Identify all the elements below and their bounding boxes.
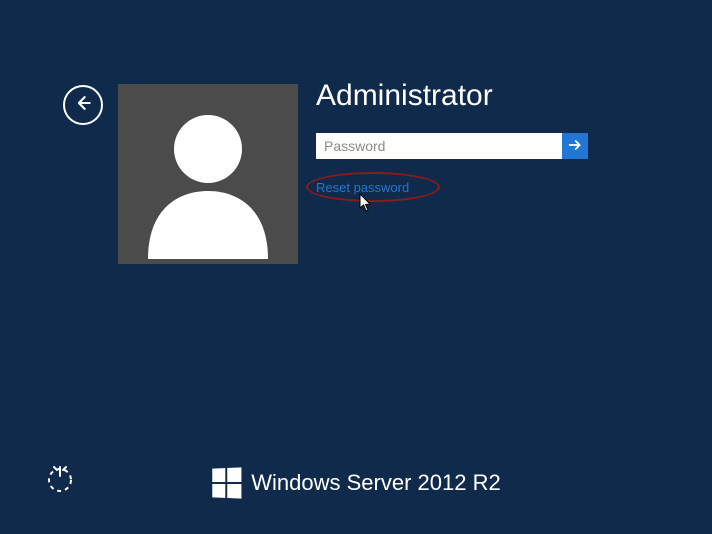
- user-avatar: [118, 84, 298, 264]
- reset-password-link[interactable]: Reset password: [316, 180, 409, 195]
- password-row: [316, 133, 588, 159]
- submit-button[interactable]: [562, 133, 588, 159]
- brand-text: Windows Server 2012 R2: [251, 470, 500, 496]
- product-suffix: R2: [473, 470, 501, 495]
- password-input[interactable]: [316, 133, 562, 159]
- product-name: Windows Server 2012: [251, 470, 466, 495]
- arrow-right-icon: [567, 137, 583, 156]
- ease-of-access-button[interactable]: [44, 464, 76, 496]
- username-label: Administrator: [316, 79, 493, 113]
- back-button[interactable]: [63, 85, 103, 125]
- arrow-left-icon: [73, 93, 93, 118]
- branding: Windows Server 2012 R2: [211, 468, 500, 498]
- person-silhouette-icon: [138, 99, 278, 264]
- mouse-cursor-icon: [359, 193, 373, 218]
- windows-logo-icon: [212, 467, 241, 498]
